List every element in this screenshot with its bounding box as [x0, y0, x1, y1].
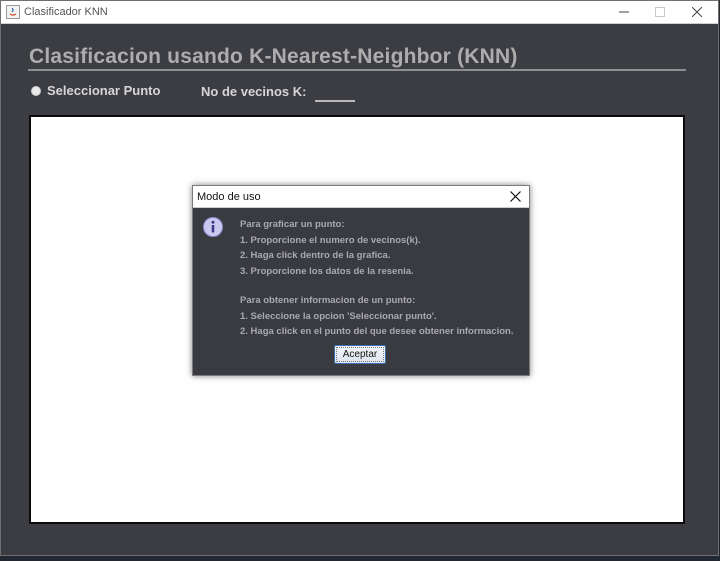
dialog-title: Modo de uso [197, 191, 261, 203]
close-button[interactable] [679, 1, 715, 23]
main-window: Clasificador KNN Clasificacion usando K-… [0, 0, 719, 556]
message-line: 2. Haga click en el punto del que desee … [240, 326, 514, 338]
k-neighbors-label: No de vecinos K: [201, 84, 307, 99]
window-title: Clasificador KNN [24, 6, 108, 18]
message-line: 1. Seleccione la opcion 'Seleccionar pun… [240, 310, 437, 322]
dialog-titlebar[interactable]: Modo de uso [193, 186, 529, 208]
usage-dialog: Modo de uso Para graficar un punto: 1. P… [192, 185, 530, 376]
message-line: 1. Proporcione el numero de vecinos(k). [240, 234, 421, 246]
message-line: 2. Haga click dentro de la grafica. [240, 250, 391, 262]
minimize-button[interactable] [606, 1, 642, 23]
k-neighbors-input[interactable] [315, 83, 355, 102]
select-point-label: Seleccionar Punto [47, 83, 161, 98]
message-line: 3. Proporcione los datos de la resenia. [240, 265, 414, 277]
dialog-close-button[interactable] [503, 186, 527, 207]
accept-button[interactable]: Aceptar [334, 345, 386, 364]
close-icon [692, 7, 702, 17]
dialog-message: Para graficar un punto: 1. Proporcione e… [240, 217, 525, 340]
page-title: Clasificacion usando K-Nearest-Neighbor … [29, 45, 518, 68]
select-point-radio[interactable]: Seleccionar Punto [31, 83, 160, 98]
window-titlebar[interactable]: Clasificador KNN [1, 1, 718, 24]
maximize-icon [655, 7, 665, 17]
close-icon [509, 191, 521, 202]
java-app-icon [6, 5, 20, 19]
minimize-icon [619, 11, 629, 13]
message-line: Para graficar un punto: [240, 219, 345, 230]
maximize-button[interactable] [642, 1, 678, 23]
radio-button-icon[interactable] [31, 85, 41, 96]
message-line: Para obtener informacion de un punto: [240, 294, 416, 306]
title-underline [28, 69, 686, 71]
info-icon [203, 217, 223, 237]
